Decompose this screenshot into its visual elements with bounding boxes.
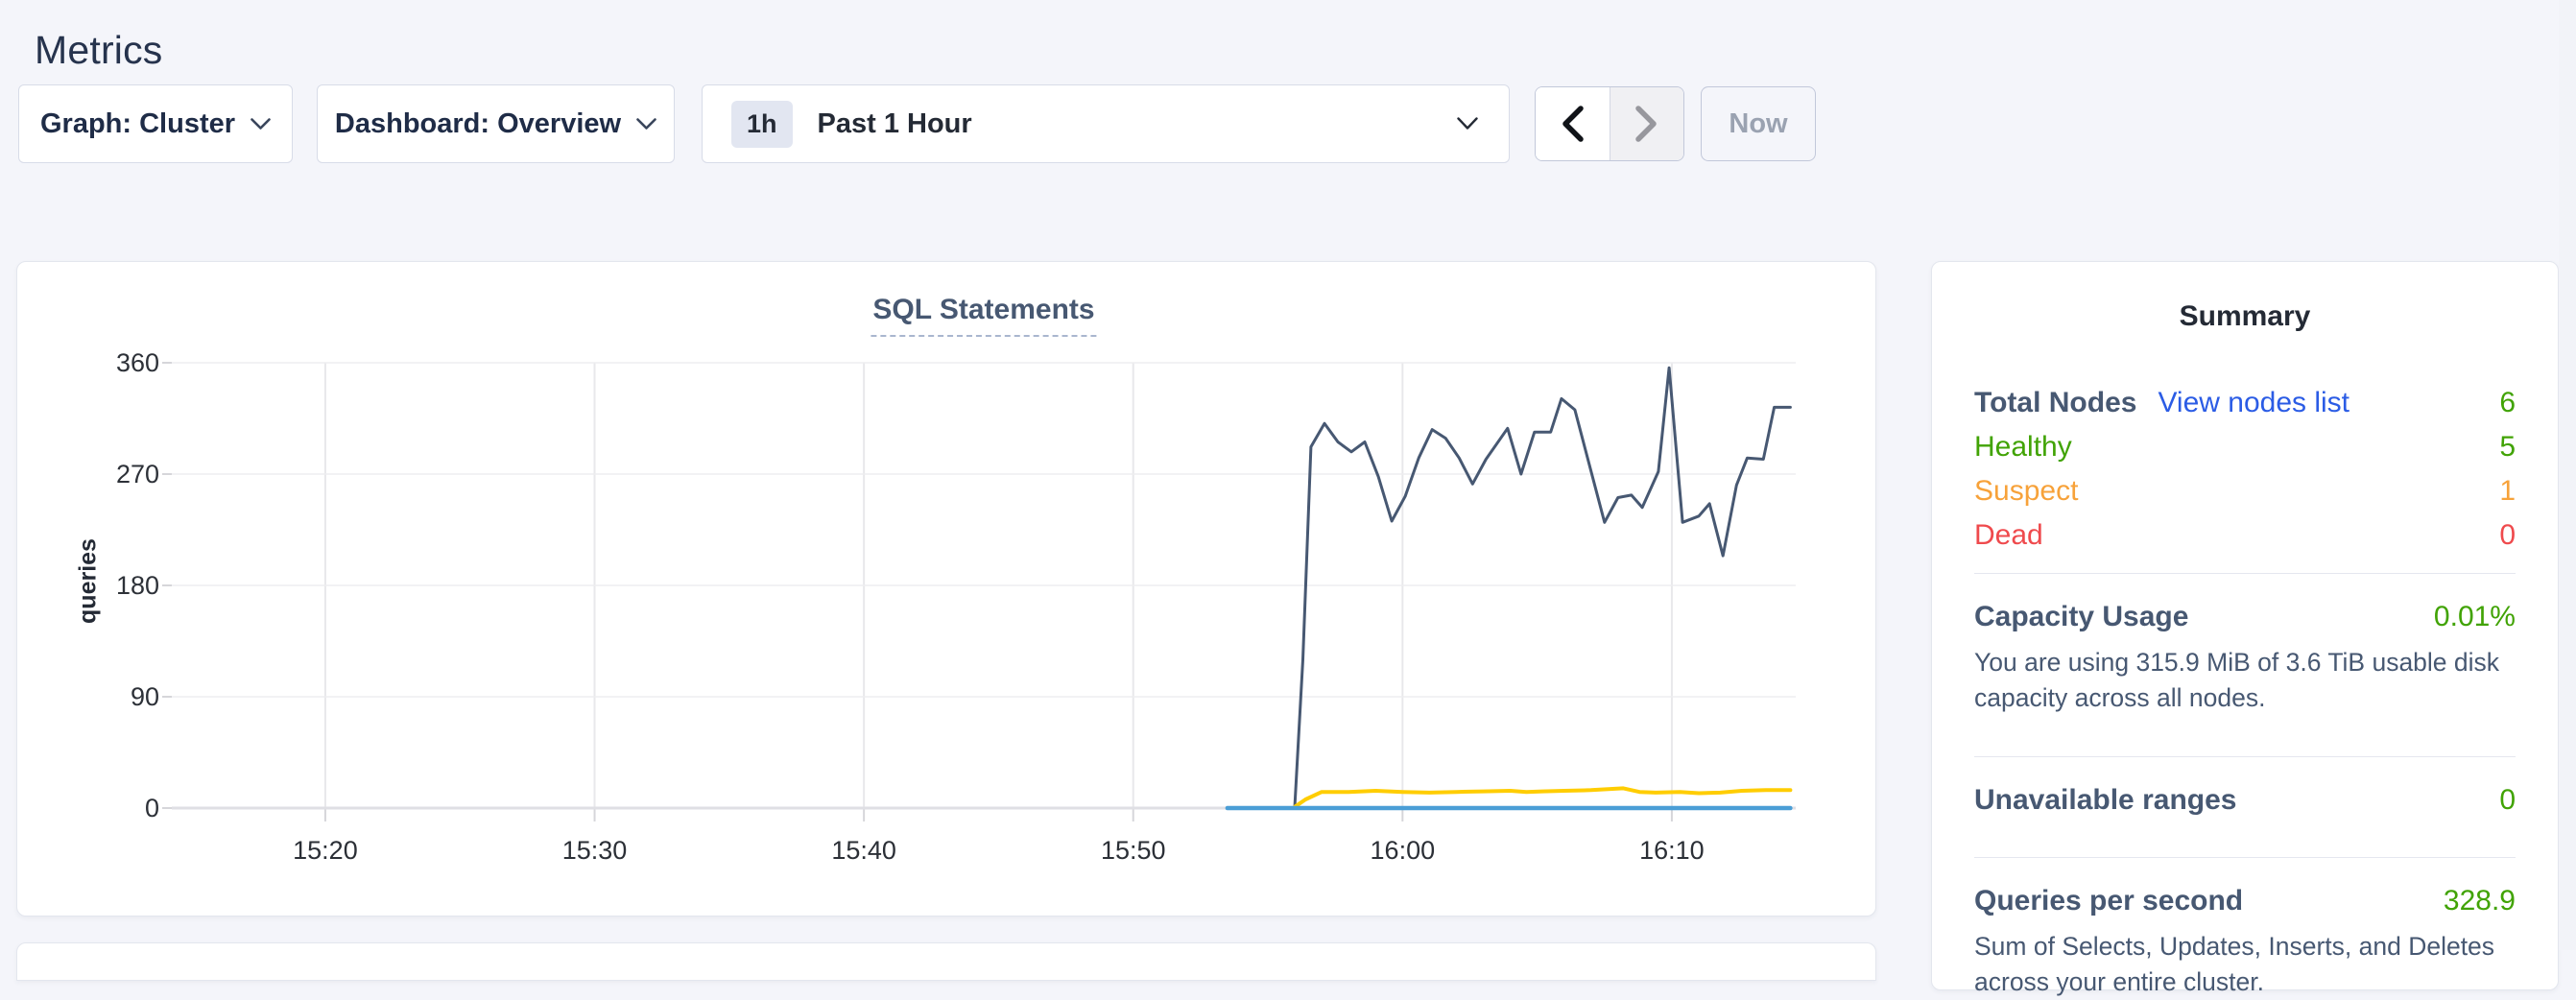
time-range-selector[interactable]: 1h Past 1 Hour: [702, 84, 1510, 163]
svg-text:16:10: 16:10: [1639, 836, 1705, 865]
svg-text:15:20: 15:20: [293, 836, 358, 865]
healthy-value: 5: [2499, 431, 2516, 464]
queries-per-second-value: 328.9: [2444, 885, 2516, 917]
chevron-down-icon: [1457, 117, 1478, 131]
svg-text:15:40: 15:40: [831, 836, 896, 865]
svg-text:360: 360: [116, 348, 159, 377]
page-background-strip: [2559, 0, 2576, 950]
total-nodes-value: 6: [2499, 387, 2516, 419]
next-time-button[interactable]: [1610, 87, 1684, 160]
suspect-label: Suspect: [1974, 475, 2078, 508]
svg-text:15:50: 15:50: [1101, 836, 1166, 865]
healthy-nodes-row: Healthy 5: [1974, 425, 2516, 469]
summary-title: Summary: [1974, 300, 2516, 333]
suspect-value: 1: [2499, 475, 2516, 508]
suspect-nodes-row: Suspect 1: [1974, 469, 2516, 513]
capacity-usage-description: You are using 315.9 MiB of 3.6 TiB usabl…: [1974, 645, 2516, 716]
graph-dropdown-label: Graph: Cluster: [40, 108, 235, 140]
dead-nodes-row: Dead 0: [1974, 513, 2516, 558]
time-nav-group: [1535, 86, 1684, 161]
series-yellow: [1295, 788, 1790, 806]
unavailable-ranges-label: Unavailable ranges: [1974, 784, 2499, 817]
series-navy: [1295, 368, 1790, 805]
node-status-list: Total Nodes View nodes list 6 Healthy 5 …: [1974, 381, 2516, 558]
prev-time-button[interactable]: [1536, 87, 1610, 160]
dashboard-dropdown[interactable]: Dashboard: Overview: [317, 84, 675, 163]
total-nodes-row: Total Nodes View nodes list 6: [1974, 381, 2516, 425]
chart-title[interactable]: SQL Statements: [871, 294, 1096, 337]
svg-text:270: 270: [116, 460, 159, 488]
svg-text:0: 0: [145, 794, 159, 822]
chevron-down-icon: [250, 118, 271, 131]
chevron-down-icon: [636, 118, 656, 131]
now-button[interactable]: Now: [1701, 86, 1816, 161]
time-range-label: Past 1 Hour: [818, 108, 972, 140]
dead-value: 0: [2499, 519, 2516, 552]
svg-text:180: 180: [116, 571, 159, 600]
graph-dropdown[interactable]: Graph: Cluster: [18, 84, 293, 163]
queries-per-second-section: Queries per second 328.9 Sum of Selects,…: [1974, 858, 2516, 1000]
y-axis-label: queries: [75, 486, 103, 678]
page-title: Metrics: [35, 28, 163, 73]
unavailable-ranges-value: 0: [2499, 784, 2516, 817]
queries-per-second-description: Sum of Selects, Updates, Inserts, and De…: [1974, 929, 2516, 1000]
dashboard-dropdown-label: Dashboard: Overview: [335, 108, 621, 140]
sql-statements-chart-card: SQL Statements queries 15:2015:3015:4015…: [16, 261, 1876, 917]
svg-text:16:00: 16:00: [1371, 836, 1436, 865]
dead-label: Dead: [1974, 519, 2043, 552]
summary-panel: Summary Total Nodes View nodes list 6 He…: [1931, 261, 2559, 990]
chevron-right-icon: [1634, 105, 1659, 143]
view-nodes-list-link[interactable]: View nodes list: [2158, 387, 2349, 419]
svg-text:15:30: 15:30: [562, 836, 628, 865]
next-chart-card: [16, 942, 1876, 981]
svg-text:90: 90: [131, 682, 159, 711]
capacity-usage-section: Capacity Usage 0.01% You are using 315.9…: [1974, 574, 2516, 741]
queries-per-second-label: Queries per second: [1974, 885, 2444, 917]
unavailable-ranges-section: Unavailable ranges 0: [1974, 757, 2516, 842]
time-range-badge: 1h: [731, 101, 793, 148]
sql-statements-chart[interactable]: 15:20 15:30 15:40 15:50 16:00 16:10 0 90 180 270 3…: [17, 262, 1875, 916]
chevron-left-icon: [1560, 105, 1585, 143]
total-nodes-label: Total Nodes: [1974, 387, 2136, 419]
healthy-label: Healthy: [1974, 431, 2072, 464]
capacity-usage-value: 0.01%: [2434, 601, 2516, 633]
capacity-usage-label: Capacity Usage: [1974, 601, 2434, 633]
